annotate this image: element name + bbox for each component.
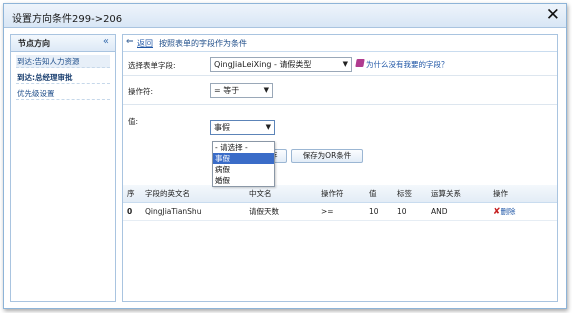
chevron-down-icon: ▼	[263, 86, 269, 94]
column-header: 标签	[393, 185, 427, 203]
operator-row: 操作符: = 等于 ▼	[123, 77, 557, 105]
column-header: 中文名	[245, 185, 317, 203]
main-panel: ⇐ 返回 按照表单的字段作为条件 选择表单字段: QingJiaLeiXing …	[122, 34, 558, 302]
dropdown-option[interactable]: 病假	[213, 164, 274, 175]
dropdown-option-selected[interactable]: 事假	[213, 153, 274, 164]
sidebar-item-gm-approval[interactable]: 到达:总经理审批	[16, 71, 110, 84]
operator-label: 操作符:	[128, 87, 154, 96]
sidebar-item-notify-hr[interactable]: 到达:告知人力资源	[16, 55, 110, 68]
dialog-title: 设置方向条件299->206	[12, 14, 123, 25]
row-value: 10	[365, 202, 393, 221]
row-actions: ✘删除	[489, 202, 557, 221]
book-icon	[355, 59, 365, 67]
help-link[interactable]: 为什么没有我要的字段？	[366, 59, 449, 70]
field-select-value: QingJiaLeiXing - 请假类型	[214, 60, 312, 69]
sidebar-header: 节点方向 «	[11, 35, 115, 52]
back-arrow-icon[interactable]: ⇐	[126, 37, 134, 47]
row-index: 0	[123, 202, 141, 221]
sidebar: 节点方向 « 到达:告知人力资源 到达:总经理审批 优先级设置	[10, 34, 116, 302]
dropdown-option[interactable]: 婚假	[213, 175, 274, 186]
delete-link[interactable]: 删除	[501, 207, 516, 216]
row-label: 10	[393, 202, 427, 221]
row-field-cn: 请假天数	[245, 202, 317, 221]
delete-icon[interactable]: ✘	[493, 207, 501, 217]
field-select[interactable]: QingJiaLeiXing - 请假类型 ▼	[210, 57, 352, 72]
dialog-titlebar: 设置方向条件299->206 ✕	[4, 4, 566, 28]
value-dropdown-list: - 请选择 - 事假 病假 婚假	[212, 141, 275, 187]
dialog-window: 设置方向条件299->206 ✕ 节点方向 « 到达:告知人力资源 到达:总经理…	[3, 3, 567, 309]
sidebar-item-priority[interactable]: 优先级设置	[16, 87, 110, 100]
row-field-en: QingJiaTianShu	[141, 202, 245, 221]
value-row: 值: 事假 ▼	[123, 106, 557, 144]
column-header: 操作符	[317, 185, 365, 203]
row-relation: AND	[427, 202, 489, 221]
column-header: 运算关系	[427, 185, 489, 203]
dropdown-option[interactable]: - 请选择 -	[213, 142, 274, 153]
operator-select[interactable]: = 等于 ▼	[210, 83, 273, 98]
column-header: 操作	[489, 185, 557, 203]
value-select[interactable]: 事假 ▼	[210, 120, 275, 135]
column-header: 字段的英文名	[141, 185, 245, 203]
column-header: 值	[365, 185, 393, 203]
field-row: 选择表单字段: QingJiaLeiXing - 请假类型 ▼ 为什么没有我要的…	[123, 53, 557, 76]
save-or-button[interactable]: 保存为OR条件	[291, 149, 363, 163]
close-icon[interactable]: ✕	[546, 5, 560, 25]
field-label: 选择表单字段:	[128, 61, 176, 70]
table-header-row: 序 字段的英文名 中文名 操作符 值 标签 运算关系 操作	[123, 185, 557, 203]
column-header: 序	[123, 185, 141, 203]
table-row: 0 QingJiaTianShu 请假天数 >= 10 10 AND ✘删除	[123, 202, 557, 221]
back-link[interactable]: 返回	[137, 38, 153, 49]
header-description: 按照表单的字段作为条件	[159, 39, 247, 48]
value-select-value: 事假	[214, 123, 230, 132]
value-label: 值:	[128, 117, 139, 126]
main-header: ⇐ 返回 按照表单的字段作为条件	[123, 35, 557, 52]
chevron-down-icon: ▼	[265, 123, 271, 131]
operator-select-value: = 等于	[214, 86, 240, 95]
row-operator: >=	[317, 202, 365, 221]
conditions-table: 序 字段的英文名 中文名 操作符 值 标签 运算关系 操作 0 QingJiaT…	[123, 185, 557, 221]
collapse-icon[interactable]: «	[103, 36, 109, 47]
sidebar-title: 节点方向	[18, 39, 50, 48]
chevron-down-icon: ▼	[342, 60, 348, 68]
